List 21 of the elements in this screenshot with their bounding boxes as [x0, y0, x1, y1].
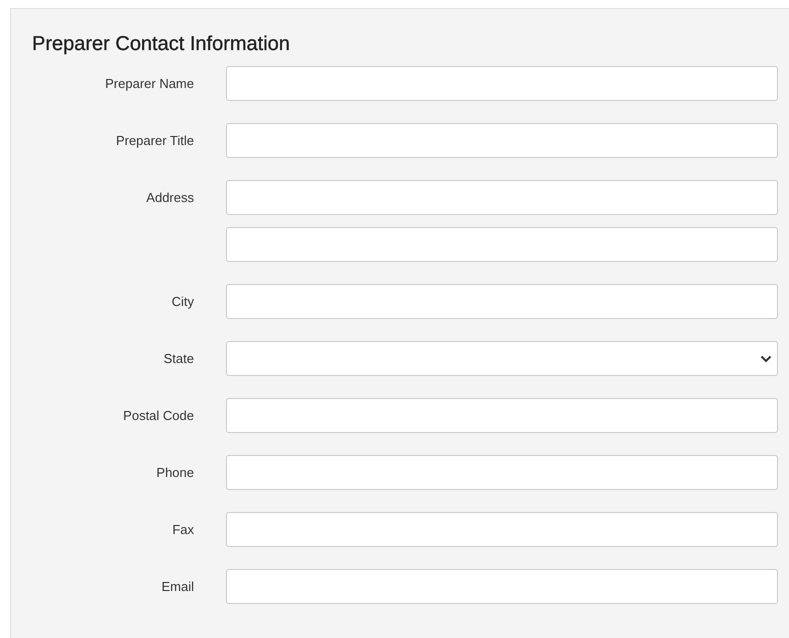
input-field[interactable] [226, 284, 778, 319]
input-field[interactable] [226, 66, 778, 101]
field-label: Preparer Title [116, 133, 194, 148]
field-label: State [164, 351, 194, 366]
field-label: Preparer Name [105, 76, 194, 91]
field-label: Fax [172, 522, 194, 537]
input-field[interactable] [226, 455, 778, 490]
section-title: Preparer Contact Information [32, 32, 291, 56]
field-label: Postal Code [123, 408, 194, 423]
field-label: Email [161, 579, 194, 594]
input-field[interactable] [226, 569, 778, 604]
field-label: Phone [156, 465, 194, 480]
select-field[interactable] [226, 341, 778, 376]
input-field[interactable] [226, 398, 778, 433]
input-field[interactable] [226, 227, 778, 262]
input-field[interactable] [226, 180, 778, 215]
field-label: City [172, 294, 194, 309]
field-label: Address [146, 190, 194, 205]
input-field[interactable] [226, 512, 778, 547]
chevron-down-icon [760, 355, 772, 363]
input-field[interactable] [226, 123, 778, 158]
